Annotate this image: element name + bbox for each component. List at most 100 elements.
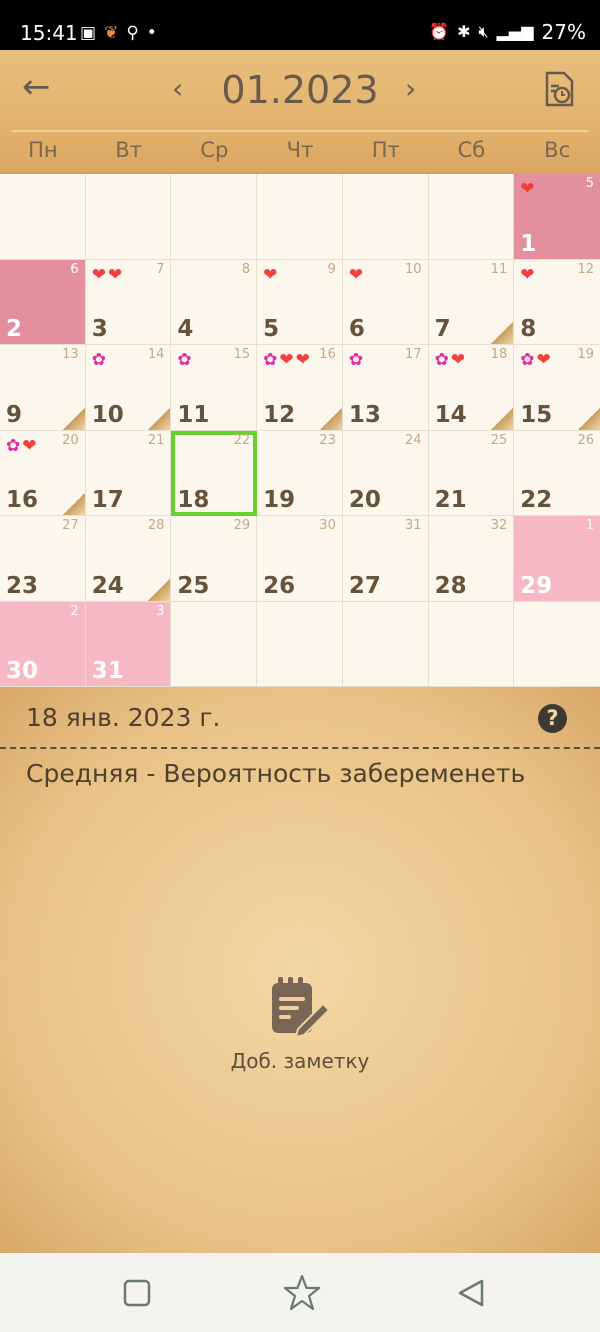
calendar-day-cell[interactable]: 13 9 (0, 345, 86, 431)
cycle-day-number: 10 (405, 261, 422, 277)
day-number: 28 (434, 572, 467, 599)
calendar-day-cell[interactable]: 11 7 (428, 259, 515, 345)
calendar-day-cell[interactable]: 24 20 (342, 430, 429, 516)
day-number: 14 (434, 401, 467, 428)
calendar-day-cell[interactable]: ❤ 10 6 (342, 259, 429, 345)
calendar-day-cell[interactable]: ✿ 17 13 (342, 345, 429, 431)
note-corner-icon (491, 322, 514, 344)
day-icons: ✿ (177, 350, 191, 370)
calendar-day-cell[interactable]: 3 31 (85, 601, 172, 687)
back-nav-icon[interactable] (452, 1273, 492, 1313)
cycle-day-number: 24 (405, 432, 422, 448)
day-number: 18 (177, 487, 210, 513)
calendar-day-cell[interactable]: ❤ ❤ 7 3 (85, 259, 172, 345)
note-corner-icon (319, 407, 342, 430)
cycle-day-number: 23 (319, 432, 336, 448)
month-title[interactable]: 01.2023 (200, 68, 400, 112)
day-number: 11 (177, 401, 210, 428)
day-number: 10 (91, 401, 124, 428)
day-number: 12 (263, 401, 296, 428)
add-note-button[interactable]: Доб. заметку (200, 977, 400, 1073)
day-icons: ❤ (263, 265, 277, 285)
cycle-day-number: 25 (490, 432, 508, 448)
note-corner-icon (148, 578, 171, 601)
calendar-day-cell[interactable]: 29 25 (171, 516, 258, 602)
day-icons: ✿ ❤ (435, 350, 466, 370)
day-number: 8 (520, 316, 537, 342)
selected-date: 18 янв. 2023 г. (26, 703, 221, 732)
day-icons: ✿ (349, 350, 363, 370)
heart-icon: ❤ (91, 264, 106, 285)
day-number: 19 (263, 487, 296, 513)
calendar-day-cell[interactable]: ✿ ❤ 20 16 (0, 430, 86, 516)
day-icons: ✿ ❤ (520, 350, 551, 370)
cycle-day-number: 31 (405, 518, 422, 533)
calendar-day-cell[interactable]: ✿ 15 11 (171, 345, 258, 431)
calendar-day-cell[interactable]: 2 30 (0, 601, 86, 687)
help-button[interactable]: ? (538, 704, 567, 733)
home-star-icon[interactable] (282, 1273, 322, 1313)
next-month-button[interactable]: › (405, 74, 416, 104)
day-number: 5 (263, 316, 280, 342)
day-number: 23 (6, 572, 39, 599)
mute-icon: 🔇︎ (478, 22, 489, 41)
flower-icon: ✿ (348, 350, 364, 370)
cycle-day-number: 22 (233, 432, 251, 448)
calendar-empty-cell (171, 601, 258, 687)
calendar-day-cell[interactable]: 28 24 (85, 516, 172, 602)
heart-icon: ❤ (22, 435, 37, 456)
flower-icon: ✿ (263, 350, 278, 370)
calendar-empty-cell (428, 601, 515, 687)
weekday-label: Сб (457, 138, 486, 162)
note-corner-icon (148, 407, 171, 430)
day-details-panel: 18 янв. 2023 г. ? Средняя - Вероятность … (0, 687, 600, 1253)
calendar-day-cell[interactable]: 62 (0, 259, 86, 345)
calendar-day-cell[interactable]: 30 26 (257, 516, 343, 602)
cycle-day-number: 3 (156, 603, 165, 619)
calendar-day-cell[interactable]: ❤ 5 1 (514, 174, 600, 260)
heart-icon: ❤ (279, 350, 294, 370)
day-number: 26 (263, 572, 296, 599)
calendar-day-cell[interactable]: ✿ ❤ 19 15 (514, 345, 600, 431)
pill-icon: ❤ (295, 350, 310, 370)
calendar-day-cell[interactable]: 27 23 (0, 516, 86, 602)
calendar-day-cell[interactable]: ✿ ❤ ❤ 16 12 (257, 345, 343, 431)
cycle-day-number: 12 (577, 261, 594, 277)
calendar-day-cell[interactable]: 25 21 (428, 430, 515, 516)
flower-icon: ✿ (177, 350, 192, 370)
calendar-day-cell[interactable]: 21 17 (85, 430, 172, 516)
heart-icon: ❤ (450, 350, 466, 370)
weekday-label: Пн (28, 138, 58, 162)
gallery-icon: ▣ (80, 23, 97, 43)
calendar-day-cell[interactable]: ✿ ❤ 18 14 (428, 345, 515, 431)
day-icons: ❤ (520, 179, 534, 199)
status-bar: 15:41 ▣ ❦ ⚲ • ⏰ ✱ 🔇︎ ▂▄▆ 27% (0, 0, 600, 50)
calendar-day-cell[interactable]: 22 18 (171, 430, 258, 516)
day-number: 7 (434, 316, 451, 342)
calendar-day-cell[interactable]: ❤ 9 5 (257, 259, 343, 345)
calendar-day-cell[interactable]: 1 29 (514, 516, 600, 602)
calendar-day-cell[interactable]: 84 (171, 259, 258, 345)
day-icons: ❤ ❤ (92, 265, 123, 285)
calendar-day-cell[interactable]: ❤ 12 8 (514, 259, 600, 345)
report-button[interactable] (540, 70, 578, 108)
calendar-day-cell[interactable]: 32 28 (428, 516, 515, 602)
prev-month-button[interactable]: ‹ (172, 74, 183, 104)
cycle-day-number: 11 (490, 261, 508, 277)
heart-icon: ❤ (520, 179, 535, 199)
calendar-day-cell[interactable]: 23 19 (257, 430, 343, 516)
calendar-day-cell[interactable]: 26 22 (514, 430, 600, 516)
recent-apps-icon[interactable] (117, 1273, 157, 1313)
weekday-label: Пт (371, 138, 400, 162)
calendar-day-cell[interactable]: ✿ 14 10 (85, 345, 172, 431)
details-divider (0, 747, 600, 749)
heart-icon: ❤ (263, 264, 278, 285)
back-button[interactable]: ← (22, 70, 58, 106)
cycle-day-number: 20 (62, 432, 79, 448)
heart-icon: ❤ (536, 350, 551, 370)
day-number: 15 (520, 401, 553, 428)
day-number: 21 (434, 487, 467, 513)
calendar-day-cell[interactable]: 31 27 (342, 516, 429, 602)
cycle-day-number: 15 (233, 347, 251, 362)
cycle-day-number: 13 (62, 347, 79, 362)
